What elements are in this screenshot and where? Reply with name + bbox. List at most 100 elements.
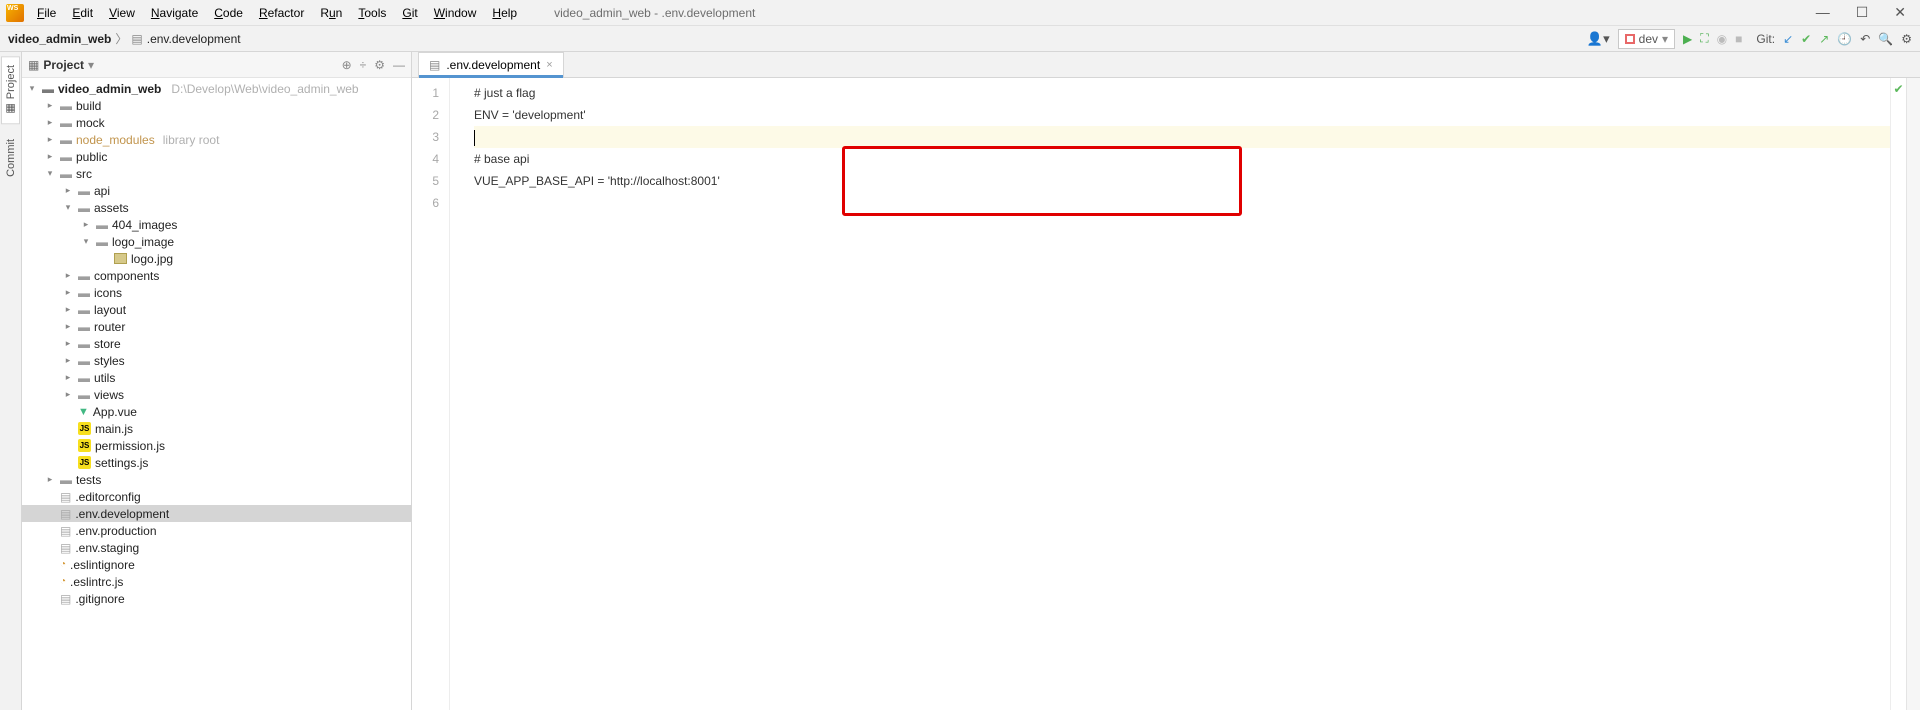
- gear-icon[interactable]: ⚙: [374, 58, 385, 72]
- tree-item-components[interactable]: ▸▬ components: [22, 267, 411, 284]
- menu-git[interactable]: Git: [395, 3, 424, 23]
- file-icon: ▤: [429, 58, 440, 72]
- tree-item-store[interactable]: ▸▬ store: [22, 335, 411, 352]
- code-line-5[interactable]: VUE_APP_BASE_API = 'http://localhost:800…: [474, 170, 1890, 192]
- menu-code[interactable]: Code: [207, 3, 250, 23]
- menu-file[interactable]: File: [30, 3, 63, 23]
- tree-item--env-staging[interactable]: ▤ .env.staging: [22, 539, 411, 556]
- tree-item--env-development[interactable]: ▤ .env.development: [22, 505, 411, 522]
- git-push-icon[interactable]: ↗: [1819, 32, 1829, 46]
- tree-item-logo-image[interactable]: ▾▬ logo_image: [22, 233, 411, 250]
- menu-window[interactable]: Window: [427, 3, 484, 23]
- inspection-gutter: ✔: [1890, 78, 1906, 710]
- commit-tool-tab[interactable]: Commit: [2, 130, 20, 186]
- run-config-selector[interactable]: dev ▾: [1618, 29, 1675, 49]
- menu-help[interactable]: Help: [485, 3, 524, 23]
- breadcrumb-root[interactable]: video_admin_web: [8, 32, 111, 46]
- tree-item--eslintrc-js[interactable]: ◔ .eslintrc.js: [22, 573, 411, 590]
- tree-item--env-production[interactable]: ▤ .env.production: [22, 522, 411, 539]
- close-icon[interactable]: ✕: [1894, 4, 1906, 21]
- tree-item-api[interactable]: ▸▬ api: [22, 182, 411, 199]
- user-icon[interactable]: 👤▾: [1587, 31, 1610, 47]
- project-tree[interactable]: ▾▬video_admin_webD:\Develop\Web\video_ad…: [22, 78, 411, 617]
- tree-item-public[interactable]: ▸▬ public: [22, 148, 411, 165]
- menu-edit[interactable]: Edit: [65, 3, 100, 23]
- tree-item-permission-js[interactable]: JS permission.js: [22, 437, 411, 454]
- menu-navigate[interactable]: Navigate: [144, 3, 205, 23]
- search-icon[interactable]: 🔍: [1878, 32, 1893, 46]
- hide-panel-icon[interactable]: —: [393, 58, 405, 72]
- tree-item-node-modules[interactable]: ▸▬ node_moduleslibrary root: [22, 131, 411, 148]
- tree-item-404-images[interactable]: ▸▬ 404_images: [22, 216, 411, 233]
- project-tool-tab[interactable]: ▦ Project: [1, 56, 20, 124]
- maximize-icon[interactable]: ☐: [1856, 4, 1869, 21]
- vertical-scrollbar[interactable]: [1906, 78, 1920, 710]
- gear-icon[interactable]: ⚙: [1901, 32, 1912, 46]
- npm-icon: [1625, 34, 1635, 44]
- tree-item-icons[interactable]: ▸▬ icons: [22, 284, 411, 301]
- expand-all-icon[interactable]: ÷: [360, 58, 367, 72]
- project-panel-title[interactable]: Project: [43, 58, 84, 72]
- project-icon: ▦: [28, 58, 39, 72]
- main-area: ▦ Project Commit ▦ Project ▾ ⊕ ÷ ⚙ — ▾▬v…: [0, 52, 1920, 710]
- chevron-down-icon: ▾: [1662, 32, 1668, 46]
- tree-item-styles[interactable]: ▸▬ styles: [22, 352, 411, 369]
- tree-item-utils[interactable]: ▸▬ utils: [22, 369, 411, 386]
- menu-tools[interactable]: Tools: [351, 3, 393, 23]
- menu-run[interactable]: Run: [313, 3, 349, 23]
- git-label: Git:: [1756, 32, 1775, 46]
- coverage-icon[interactable]: ◉: [1717, 32, 1727, 46]
- left-tool-strip: ▦ Project Commit: [0, 52, 22, 710]
- tree-item-settings-js[interactable]: JS settings.js: [22, 454, 411, 471]
- tree-item--gitignore[interactable]: ▤ .gitignore: [22, 590, 411, 607]
- tree-item--editorconfig[interactable]: ▤ .editorconfig: [22, 488, 411, 505]
- git-commit-icon[interactable]: ✔: [1801, 32, 1811, 46]
- tree-item-mock[interactable]: ▸▬ mock: [22, 114, 411, 131]
- menu-view[interactable]: View: [102, 3, 142, 23]
- git-history-icon[interactable]: 🕘: [1837, 32, 1852, 46]
- file-icon: ▤: [131, 32, 142, 46]
- git-update-icon[interactable]: ↙: [1783, 32, 1793, 46]
- breadcrumb-file[interactable]: ▤ .env.development: [131, 32, 240, 46]
- tree-item-logo-jpg[interactable]: logo.jpg: [22, 250, 411, 267]
- debug-icon[interactable]: ⛶: [1700, 31, 1708, 46]
- highlight-box-tree: [22, 617, 152, 637]
- project-panel-header: ▦ Project ▾ ⊕ ÷ ⚙ —: [22, 52, 411, 78]
- code-line-6[interactable]: [474, 192, 1890, 214]
- code-line-1[interactable]: # just a flag: [474, 82, 1890, 104]
- line-number-gutter: 123456: [412, 78, 450, 710]
- tree-item--eslintignore[interactable]: ◔ .eslintignore: [22, 556, 411, 573]
- code-line-2[interactable]: ENV = 'development': [474, 104, 1890, 126]
- tree-root[interactable]: ▾▬video_admin_webD:\Develop\Web\video_ad…: [22, 80, 411, 97]
- tree-item-src[interactable]: ▾▬ src: [22, 165, 411, 182]
- check-ok-icon: ✔: [1893, 82, 1903, 96]
- menu-refactor[interactable]: Refactor: [252, 3, 311, 23]
- toolbar-actions: 👤▾ dev ▾ ▶ ⛶ ◉ ■ Git: ↙ ✔ ↗ 🕘 ↶ 🔍 ⚙: [1587, 29, 1912, 49]
- project-panel: ▦ Project ▾ ⊕ ÷ ⚙ — ▾▬video_admin_webD:\…: [22, 52, 412, 710]
- window-controls: — ☐ ✕: [1816, 4, 1920, 21]
- chevron-down-icon[interactable]: ▾: [88, 58, 94, 72]
- stop-icon[interactable]: ■: [1735, 32, 1742, 46]
- minimize-icon[interactable]: —: [1816, 4, 1830, 21]
- tree-item-tests[interactable]: ▸▬ tests: [22, 471, 411, 488]
- run-icon[interactable]: ▶: [1683, 32, 1692, 46]
- editor-tab-env-development[interactable]: ▤ .env.development ×: [418, 52, 564, 77]
- code-line-3[interactable]: [474, 126, 1890, 148]
- code-line-4[interactable]: # base api: [474, 148, 1890, 170]
- revert-icon[interactable]: ↶: [1860, 32, 1870, 46]
- window-title: video_admin_web - .env.development: [554, 6, 755, 20]
- tree-item-router[interactable]: ▸▬ router: [22, 318, 411, 335]
- tree-item-views[interactable]: ▸▬ views: [22, 386, 411, 403]
- tree-item-main-js[interactable]: JS main.js: [22, 420, 411, 437]
- breadcrumb[interactable]: video_admin_web 〉 ▤ .env.development: [8, 30, 241, 47]
- app-logo-icon: [6, 4, 24, 22]
- editor-tab-label: .env.development: [446, 58, 540, 72]
- close-tab-icon[interactable]: ×: [546, 59, 552, 71]
- tree-item-app-vue[interactable]: ▼ App.vue: [22, 403, 411, 420]
- tree-item-layout[interactable]: ▸▬ layout: [22, 301, 411, 318]
- tree-item-assets[interactable]: ▾▬ assets: [22, 199, 411, 216]
- code-lines[interactable]: # just a flagENV = 'development' # base a…: [450, 78, 1890, 710]
- title-bar: File Edit View Navigate Code Refactor Ru…: [0, 0, 1920, 26]
- select-opened-icon[interactable]: ⊕: [342, 58, 352, 72]
- tree-item-build[interactable]: ▸▬ build: [22, 97, 411, 114]
